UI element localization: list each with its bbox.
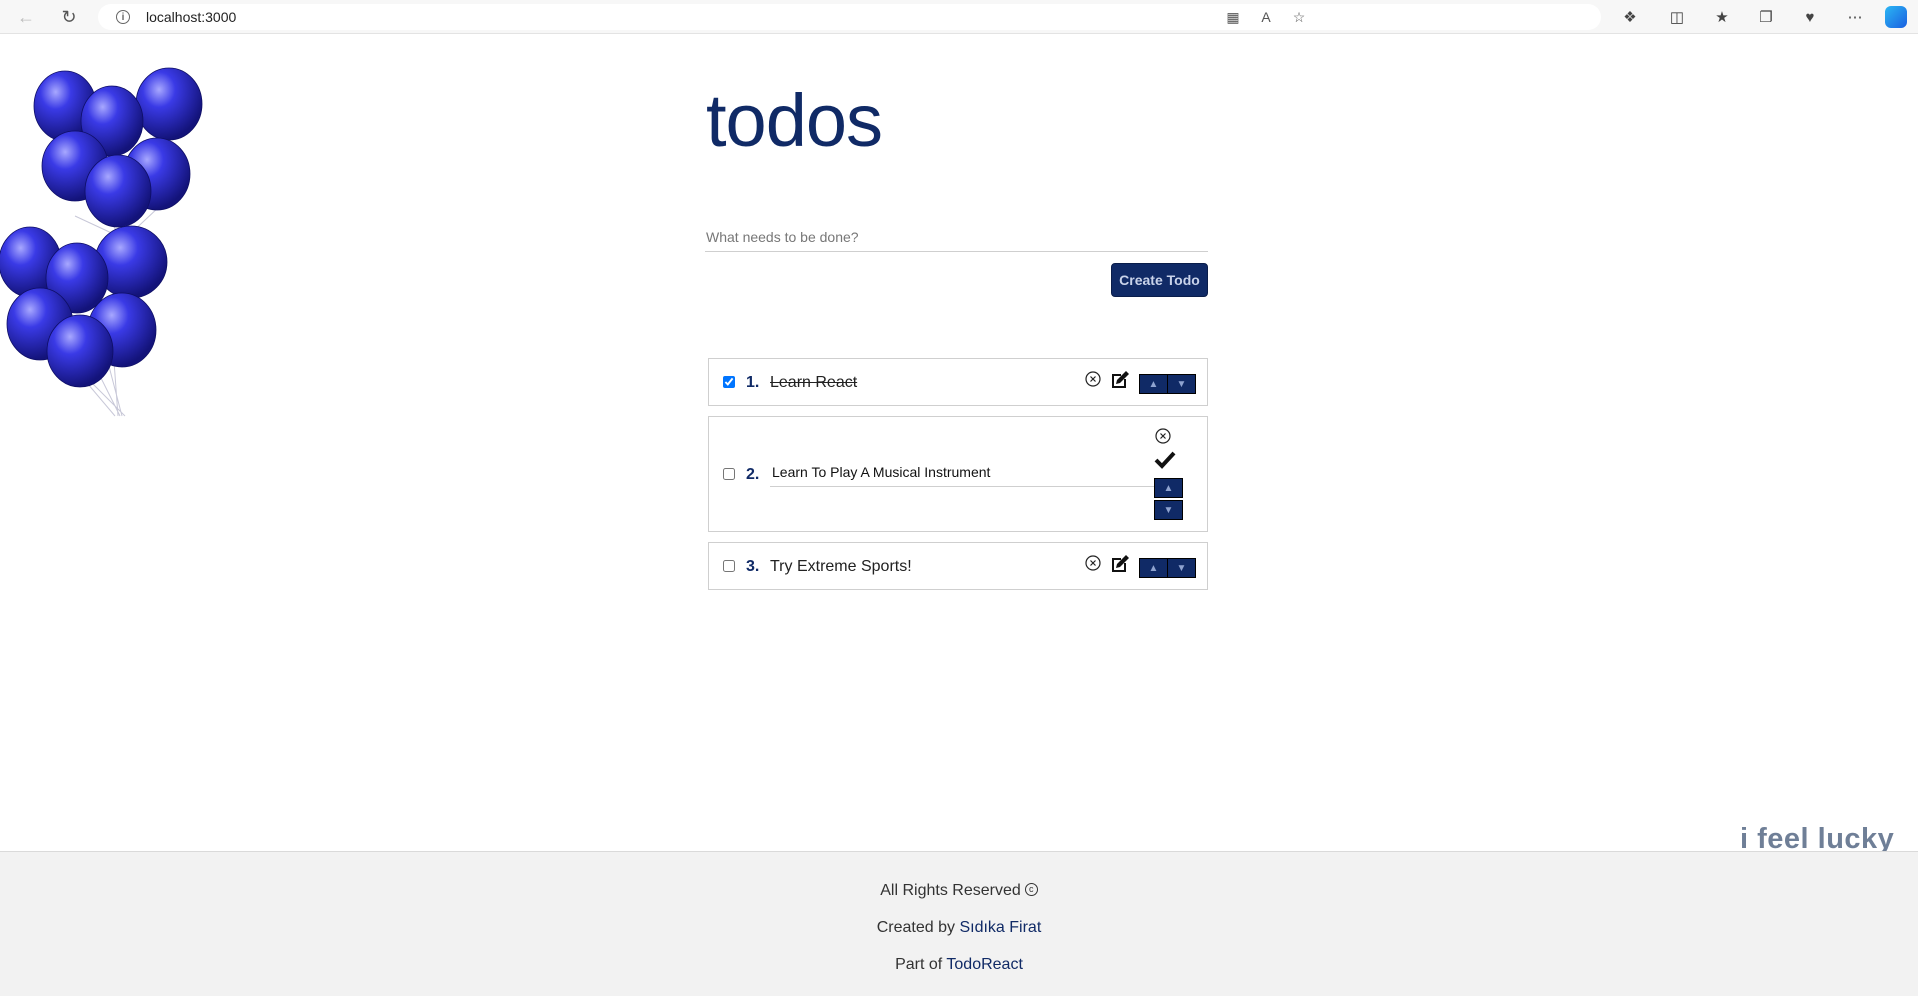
reload-icon[interactable]: ↻ xyxy=(57,5,81,29)
more-options-icon[interactable]: ⋯ xyxy=(1845,7,1865,27)
todo-text: Learn React xyxy=(770,374,858,391)
address-url[interactable]: localhost:3000 xyxy=(146,9,236,25)
copilot-icon[interactable] xyxy=(1885,6,1907,28)
save-checkmark-icon[interactable] xyxy=(1154,450,1176,470)
todo-edit-input[interactable] xyxy=(770,457,1160,487)
site-info-icon[interactable]: i xyxy=(116,10,130,24)
create-todo-button[interactable]: Create Todo xyxy=(1111,263,1208,297)
move-down-arrow-icon[interactable]: ▼ xyxy=(1167,374,1196,394)
delete-circled-x-icon[interactable] xyxy=(1085,555,1101,571)
copyright-icon: c xyxy=(1024,883,1038,896)
collections-icon[interactable]: ❐ xyxy=(1756,7,1776,27)
move-down-arrow-icon[interactable]: ▼ xyxy=(1167,558,1196,578)
move-up-arrow-icon[interactable]: ▲ xyxy=(1139,558,1168,578)
todo-number: 3. xyxy=(746,558,760,575)
footer-part-of-prefix: Part of xyxy=(895,956,943,973)
new-todo-input[interactable] xyxy=(705,222,1208,252)
todo-item: 3. Try Extreme Sports! ▲ ▼ xyxy=(708,542,1208,590)
footer: All Rights Reserved c Created by Sıdıka F… xyxy=(0,851,1918,996)
todo-item-editing: 2. ▲ ▼ xyxy=(708,416,1208,532)
todo-complete-checkbox[interactable] xyxy=(723,376,735,388)
todo-text: Try Extreme Sports! xyxy=(770,558,912,575)
edit-pencil-icon[interactable] xyxy=(1109,553,1131,575)
split-screen-icon[interactable]: ◫ xyxy=(1667,7,1687,27)
todo-item: 1. Learn React ▲ ▼ xyxy=(708,358,1208,406)
todo-complete-checkbox[interactable] xyxy=(723,468,735,480)
delete-circled-x-icon[interactable] xyxy=(1085,371,1101,387)
footer-author-link[interactable]: Sıdıka Firat xyxy=(959,919,1041,936)
todo-complete-checkbox[interactable] xyxy=(723,560,735,572)
footer-created-by: Created by Sıdıka Firat xyxy=(0,919,1918,937)
footer-rights: All Rights Reserved c xyxy=(0,882,1918,900)
footer-project-link[interactable]: TodoReact xyxy=(946,956,1023,973)
move-up-arrow-icon[interactable]: ▲ xyxy=(1154,478,1183,498)
read-aloud-icon[interactable]: A xyxy=(1257,8,1275,26)
browser-essentials-icon[interactable]: ♥ xyxy=(1800,7,1820,27)
todo-number: 2. xyxy=(746,466,760,483)
favorite-star-icon[interactable]: ☆ xyxy=(1290,8,1308,26)
extensions-icon[interactable]: ❖ xyxy=(1620,7,1640,27)
balloons-image xyxy=(0,67,203,417)
todo-number: 1. xyxy=(746,374,760,391)
move-down-arrow-icon[interactable]: ▼ xyxy=(1154,500,1183,520)
app-available-icon[interactable]: ▦ xyxy=(1224,8,1242,26)
cancel-circled-x-icon[interactable] xyxy=(1155,428,1171,444)
address-bar[interactable]: i localhost:3000 ▦ A ☆ xyxy=(98,4,1601,30)
footer-created-by-prefix: Created by xyxy=(876,919,955,936)
app-title: todos xyxy=(706,79,883,162)
browser-toolbar: ← ↻ i localhost:3000 ▦ A ☆ ❖ ◫ ★ ❐ ♥ ⋯ xyxy=(0,0,1918,34)
back-arrow-icon[interactable]: ← xyxy=(14,5,38,29)
move-up-arrow-icon[interactable]: ▲ xyxy=(1139,374,1168,394)
footer-part-of: Part of TodoReact xyxy=(0,956,1918,974)
edit-pencil-icon[interactable] xyxy=(1109,369,1131,391)
favorites-icon[interactable]: ★ xyxy=(1712,7,1732,27)
footer-rights-text: All Rights Reserved xyxy=(880,882,1021,899)
